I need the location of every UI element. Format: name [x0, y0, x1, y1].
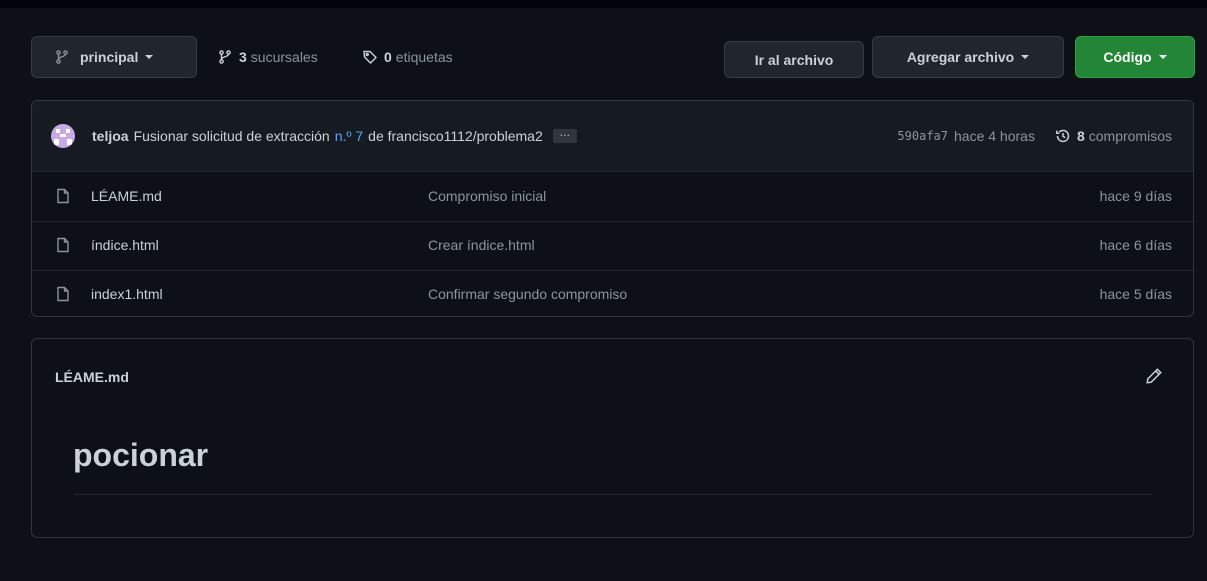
avatar[interactable]	[51, 124, 75, 148]
file-commit-message[interactable]: Confirmar segundo compromiso	[428, 270, 627, 316]
code-label: Código	[1103, 49, 1152, 65]
file-browser: teljoa Fusionar solicitud de extracción …	[31, 100, 1194, 317]
commit-author[interactable]: teljoa	[92, 128, 129, 144]
readme-panel: LÉAME.md pocionar	[31, 338, 1194, 538]
top-strip	[0, 0, 1207, 8]
pencil-icon[interactable]	[1145, 367, 1163, 385]
heading-divider	[73, 494, 1152, 495]
file-age: hace 6 días	[1099, 237, 1172, 253]
repo-toolbar: principal 3 sucursales 0 etiquetas Ir al…	[31, 36, 1195, 78]
chevron-down-icon	[145, 55, 154, 59]
commit-time: hace 4 horas	[954, 128, 1035, 144]
expand-commit-button[interactable]: …	[552, 128, 577, 143]
tag-icon	[363, 50, 377, 64]
branch-selector-button[interactable]: principal	[31, 36, 197, 78]
add-file-button[interactable]: Agregar archivo	[872, 36, 1064, 78]
pull-request-link[interactable]: n.º 7	[335, 128, 363, 144]
go-to-file-button[interactable]: Ir al archivo	[724, 41, 864, 78]
file-name[interactable]: índice.html	[91, 221, 159, 270]
chevron-down-icon	[1158, 55, 1167, 59]
file-icon	[57, 286, 69, 302]
commits-count: 8	[1076, 128, 1085, 144]
tags-link[interactable]: 0 etiquetas	[362, 36, 453, 78]
tags-label: etiquetas	[395, 49, 453, 65]
chevron-down-icon	[1021, 55, 1030, 59]
git-branch-icon	[56, 50, 68, 64]
branch-name: principal	[80, 49, 139, 65]
file-name[interactable]: index1.html	[91, 270, 163, 316]
file-row[interactable]: index1.html Confirmar segundo compromiso…	[32, 270, 1193, 316]
latest-commit-bar: teljoa Fusionar solicitud de extracción …	[32, 101, 1193, 172]
file-row[interactable]: LÉAME.md Compromiso inicial hace 9 días	[32, 172, 1193, 222]
file-icon	[57, 237, 69, 253]
commit-meta: 590afa7 hace 4 horas 8 compromisos	[897, 101, 1172, 171]
file-age: hace 9 días	[1099, 188, 1172, 204]
branches-link[interactable]: 3 sucursales	[217, 36, 318, 78]
git-branch-icon	[219, 50, 231, 64]
commit-message-suffix[interactable]: de francisco1112/problema2	[368, 128, 543, 144]
tags-count: 0	[384, 49, 392, 65]
commits-label: compromisos	[1088, 128, 1172, 144]
commit-message: teljoa Fusionar solicitud de extracción …	[92, 101, 577, 171]
readme-heading: pocionar	[73, 437, 209, 473]
file-icon	[57, 188, 69, 204]
code-button[interactable]: Código	[1075, 36, 1195, 78]
commits-history-link[interactable]: 8 compromisos	[1055, 128, 1172, 144]
branches-label: sucursales	[250, 49, 318, 65]
file-row[interactable]: índice.html Crear índice.html hace 6 día…	[32, 221, 1193, 271]
readme-filename[interactable]: LÉAME.md	[55, 369, 129, 385]
commit-message-text[interactable]: Fusionar solicitud de extracción	[134, 128, 330, 144]
add-file-label: Agregar archivo	[906, 49, 1015, 65]
file-age: hace 5 días	[1099, 286, 1172, 302]
file-commit-message[interactable]: Crear índice.html	[428, 221, 535, 270]
commit-sha[interactable]: 590afa7	[897, 129, 948, 143]
history-icon	[1056, 129, 1070, 143]
file-name[interactable]: LÉAME.md	[91, 172, 162, 221]
file-commit-message[interactable]: Compromiso inicial	[428, 172, 546, 221]
branches-count: 3	[239, 49, 247, 65]
